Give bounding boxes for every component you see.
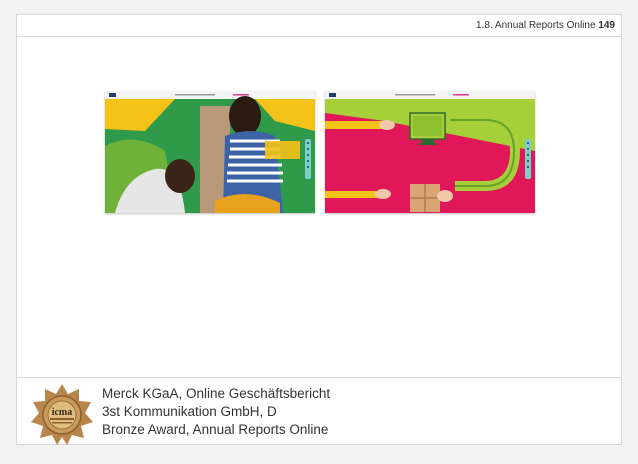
- award-name: Bronze Award, Annual Reports Online: [102, 422, 329, 437]
- award-credits: Merck KGaA, Online Geschäftsbericht 3st …: [102, 385, 330, 439]
- agency-name: 3st Kommunikation GmbH, D: [102, 404, 277, 419]
- icma-award-seal: icma: [29, 382, 95, 451]
- footer-divider: [17, 377, 621, 378]
- report-page: 1.8. Annual Reports Online 149 icma Merc…: [16, 14, 622, 445]
- page-header: 1.8. Annual Reports Online 149: [476, 20, 615, 31]
- header-divider: [17, 36, 621, 37]
- section-title: 1.8. Annual Reports Online: [476, 20, 596, 31]
- website-screenshot-people: [105, 91, 315, 213]
- website-screenshot-illustration: [325, 91, 535, 213]
- icma-logo-text: icma: [52, 407, 73, 418]
- page-number: 149: [598, 20, 615, 31]
- company-title: Merck KGaA, Online Geschäftsbericht: [102, 386, 331, 401]
